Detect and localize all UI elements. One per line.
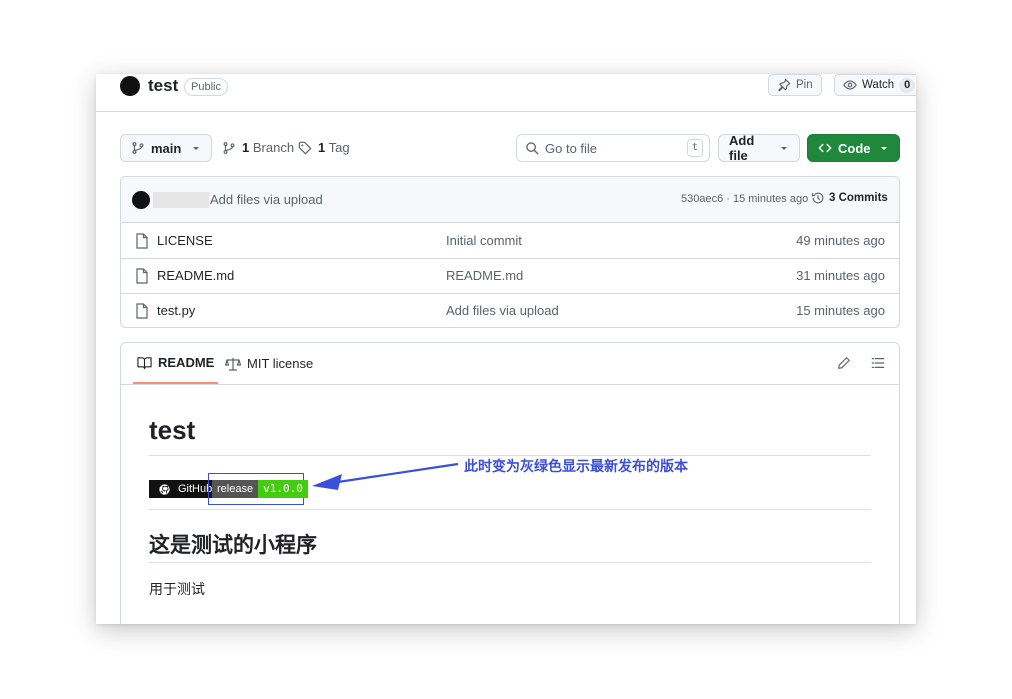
readme-heading: 这是测试的小程序 [149,534,317,557]
github-icon [154,483,175,495]
author-name-redacted [153,192,209,208]
watch-button[interactable]: Watch 0 [834,74,916,96]
tab-license-label: MIT license [247,356,314,371]
file-icon [135,303,149,319]
go-to-file-input[interactable]: Go to file t [516,134,710,162]
shortcut-key: t [687,139,703,157]
readme-title: test [149,415,196,445]
author-avatar[interactable] [132,191,150,209]
add-file-button[interactable]: Add file [718,133,800,163]
search-icon [525,141,539,155]
visibility-badge: Public [184,78,228,96]
tags-link[interactable]: 1 Tag [298,140,350,155]
badge-divider [149,509,871,510]
pin-label: Pin [796,79,813,91]
branch-label: Branch [252,140,295,155]
file-updated-time: 49 minutes ago [796,233,885,248]
file-commit-message[interactable]: Initial commit [446,233,522,248]
header-divider [96,111,916,112]
pin-icon [777,78,791,92]
file-icon [135,268,149,284]
commit-hash-time[interactable]: 530aec6 · 15 minutes ago [681,193,808,205]
chevron-down-icon [879,143,889,153]
branch-select-button[interactable]: main [120,134,212,162]
tag-count: 1 [318,140,326,155]
repo-page: test Public Pin Watch 0 main 1 Branch 1 … [96,74,916,624]
file-row[interactable]: test.py Add files via upload 15 minutes … [121,293,899,327]
history-icon [811,191,825,205]
chevron-down-icon [191,143,201,153]
repo-name[interactable]: test [148,76,178,96]
eye-icon [843,78,857,92]
file-commit-message[interactable]: README.md [446,268,523,283]
readme-tabbar: README MIT license [121,343,899,385]
file-row[interactable]: README.md README.md 31 minutes ago [121,258,899,294]
file-row[interactable]: LICENSE Initial commit 49 minutes ago [121,223,899,259]
outline-list-icon[interactable] [871,356,885,370]
tab-readme[interactable]: README [133,343,219,384]
chevron-down-icon [779,143,789,153]
branch-count: 1 [242,140,250,155]
tab-license[interactable]: MIT license [225,343,313,384]
law-icon [225,357,241,371]
readme-paragraph: 用于测试 [149,581,205,597]
pin-button[interactable]: Pin [768,74,822,96]
git-branch-icon [222,141,236,155]
pencil-icon[interactable] [837,356,851,370]
commit-message[interactable]: Add files via upload [210,192,323,207]
file-commit-message[interactable]: Add files via upload [446,303,559,318]
commits-link[interactable]: 3 Commits [811,191,888,205]
github-badge[interactable]: GitHub [149,480,218,498]
code-icon [818,141,832,155]
commits-label: 3 Commits [829,192,888,204]
book-icon [137,356,152,370]
owner-avatar[interactable] [120,76,140,96]
file-updated-time: 15 minutes ago [796,303,885,318]
file-name[interactable]: LICENSE [157,233,213,248]
code-label: Code [838,140,871,156]
add-file-label: Add file [729,133,755,163]
release-badge[interactable]: release v1.0.0 [212,480,308,498]
watch-count: 0 [899,77,916,93]
search-placeholder: Go to file [545,140,598,156]
branch-name: main [151,140,182,156]
code-button[interactable]: Code [807,134,900,162]
release-badge-label: release [212,480,259,498]
heading-divider [149,562,871,563]
file-icon [135,233,149,249]
annotation-arrow [306,458,462,498]
watch-label: Watch [862,79,895,91]
file-updated-time: 31 minutes ago [796,268,885,283]
tab-readme-label: README [158,355,215,370]
branches-link[interactable]: 1 Branch [222,140,294,155]
git-branch-icon [131,141,145,155]
file-list: Add files via upload 530aec6 · 15 minute… [120,176,900,328]
file-name[interactable]: test.py [157,303,195,318]
latest-commit-bar: Add files via upload 530aec6 · 15 minute… [121,177,899,223]
file-name[interactable]: README.md [157,268,234,283]
tag-icon [298,141,312,155]
annotation-text: 此时变为灰绿色显示最新发布的版本 [464,458,688,474]
release-badge-version: v1.0.0 [258,480,308,498]
tag-label: Tag [328,140,350,155]
readme-panel: README MIT license test GitHub release v… [120,342,900,624]
